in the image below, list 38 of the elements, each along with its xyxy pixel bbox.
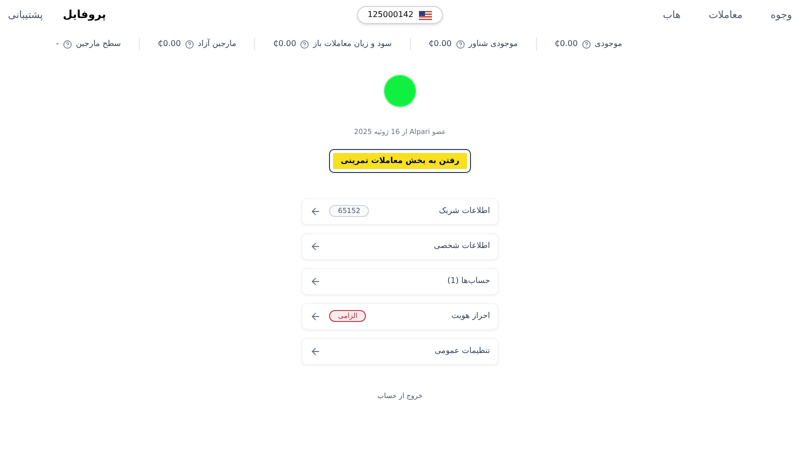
nav-link[interactable]: هاب [662,8,681,22]
menu-label: اطلاعات شریک [438,205,490,217]
arrow-icon [310,276,321,286]
arrow-icon [310,310,321,322]
menu-label: حساب‌ها (1) [447,275,490,287]
arrow-icon [310,240,321,252]
stat-label: موجودی شناور [468,38,518,50]
arrow-icon [310,346,321,356]
avatar [384,75,416,107]
menu-row[interactable]: حساب‌ها (1) [301,268,499,294]
demo-trading-button[interactable]: رفتن به بخش معاملات تمرینی [330,150,470,172]
account-number: 125000142 [368,9,414,21]
help-icon[interactable] [456,40,465,48]
nav-link[interactable]: وجوه [770,8,792,22]
help-icon[interactable] [184,40,194,48]
stat-label: موجودی [594,38,622,50]
stat-label: سود و زیان معاملات باز [313,38,392,50]
nav-link[interactable]: پروفایل [62,6,106,24]
stat-value: ₵0.00 [428,38,452,50]
stat-value: ₵0.00 [158,38,181,50]
arrow-icon [310,206,321,216]
help-icon[interactable] [300,40,310,48]
menu-label: احراز هویت [451,310,490,322]
stat-value: ₵0.00 [273,38,296,50]
flag-icon [419,10,432,20]
stat-label: مارجین آزاد [198,38,236,50]
account-selector[interactable]: 125000142 [356,6,444,24]
nav-link[interactable]: پشتیبانی [8,8,43,22]
stat-value: ₵0.00 [554,38,578,50]
help-icon[interactable] [62,40,72,48]
menu-row[interactable]: تنظیمات عمومی [301,338,499,364]
nav-link[interactable]: معاملات [708,8,743,22]
stat-value: - [56,38,59,50]
menu-label: تنظیمات عمومی [434,345,490,357]
menu-row[interactable]: اطلاعات شخصی [301,232,499,260]
stat-label: سطح مارجین [76,38,121,50]
help-icon[interactable] [582,40,591,48]
menu-label: اطلاعات شخصی [434,240,490,252]
